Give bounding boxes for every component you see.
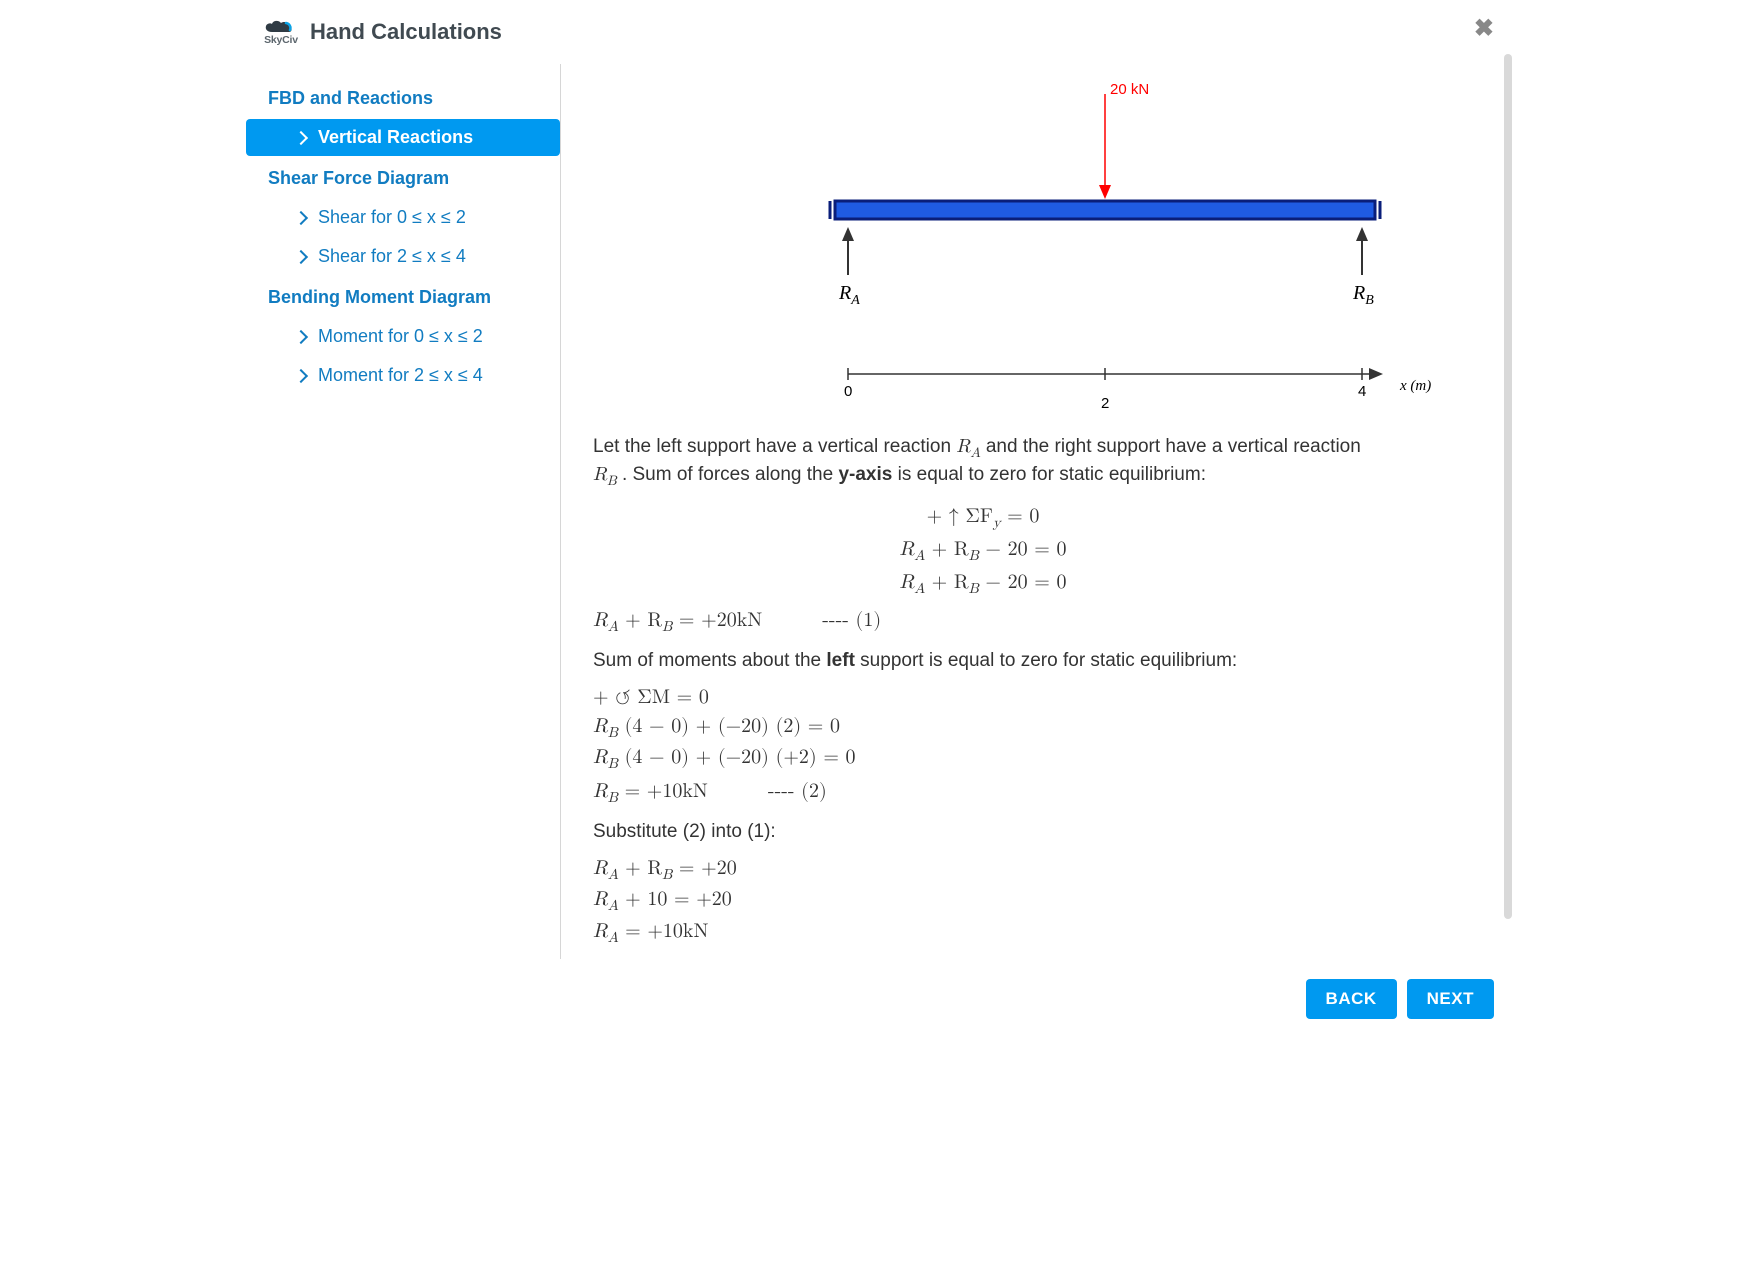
nav-item-label: Vertical Reactions xyxy=(318,127,473,148)
nav-item-label: Moment for 0 ≤ x ≤ 2 xyxy=(318,326,483,347)
equation-row: RB = +10kN ---- (2) xyxy=(593,776,1373,809)
sidebar-nav: FBD and Reactions Vertical Reactions She… xyxy=(246,64,561,959)
calculation-text: Let the left support have a vertical rea… xyxy=(593,434,1373,947)
nav-item-label: Moment for 2 ≤ x ≤ 4 xyxy=(318,365,483,386)
equation-line: RA + RB = +20 xyxy=(593,855,1373,884)
moments-paragraph: Sum of moments about the left support is… xyxy=(593,648,1373,674)
nav-item-vertical-reactions[interactable]: Vertical Reactions xyxy=(246,119,560,156)
equation-line: RA + RB − 20 = 0 xyxy=(900,569,1067,598)
axis-label: x (m) xyxy=(1399,378,1431,394)
equation-line: RB = +10kN xyxy=(593,778,708,807)
nav-item-label: Shear for 2 ≤ x ≤ 4 xyxy=(318,246,466,267)
back-button[interactable]: BACK xyxy=(1306,979,1397,1019)
equation-line: + ↑ ΣFy = 0 xyxy=(927,503,1040,532)
intro-paragraph: Let the left support have a vertical rea… xyxy=(593,434,1373,491)
main-content: 20 kN RA RB xyxy=(561,64,1516,959)
chevron-right-icon xyxy=(294,249,308,263)
equation-line: RB (4 − 0) + (−20) (+2) = 0 xyxy=(593,744,1373,773)
equation-line: RA = +10kN xyxy=(593,918,1373,947)
skyciv-logo: SkyCiv xyxy=(264,18,298,46)
nav-section-shear[interactable]: Shear Force Diagram xyxy=(246,158,560,199)
logo-text: SkyCiv xyxy=(264,34,298,46)
modal-body: FBD and Reactions Vertical Reactions She… xyxy=(246,56,1516,959)
modal-footer: BACK NEXT xyxy=(246,959,1516,1019)
equation-label: ---- (1) xyxy=(822,607,881,634)
nav-item-moment-0-2[interactable]: Moment for 0 ≤ x ≤ 2 xyxy=(246,318,560,355)
chevron-right-icon xyxy=(294,210,308,224)
hand-calculations-modal: SkyCiv Hand Calculations ✖ FBD and React… xyxy=(246,0,1516,1039)
equation-block-1: + ↑ ΣFy = 0 RA + RB − 20 = 0 RA + RB − 2… xyxy=(593,501,1373,601)
axis-tick-0: 0 xyxy=(844,383,852,400)
equation-line: RA + 10 = +20 xyxy=(593,886,1373,915)
chevron-right-icon xyxy=(294,130,308,144)
equation-line: RA + RB = +20kN xyxy=(593,607,762,636)
page-title: Hand Calculations xyxy=(310,19,502,45)
modal-header: SkyCiv Hand Calculations ✖ xyxy=(246,10,1516,56)
equation-row: RA + RB = +20kN ---- (1) xyxy=(593,605,1373,638)
fbd-diagram: 20 kN RA RB xyxy=(655,74,1435,414)
equation-line: RB (4 − 0) + (−20) (2) = 0 xyxy=(593,713,1373,742)
substitute-paragraph: Substitute (2) into (1): xyxy=(593,819,1373,845)
nav-item-moment-2-4[interactable]: Moment for 2 ≤ x ≤ 4 xyxy=(246,357,560,394)
chevron-right-icon xyxy=(294,329,308,343)
nav-item-shear-2-4[interactable]: Shear for 2 ≤ x ≤ 4 xyxy=(246,238,560,275)
equation-line: RA + RB − 20 = 0 xyxy=(900,536,1067,565)
axis-tick-2: 2 xyxy=(1101,395,1109,412)
nav-item-shear-0-2[interactable]: Shear for 0 ≤ x ≤ 2 xyxy=(246,199,560,236)
reaction-a-label: RA xyxy=(838,282,860,308)
equation-line: + ↺ ΣM = 0 xyxy=(593,684,1373,711)
axis-tick-4: 4 xyxy=(1358,383,1366,400)
chevron-right-icon xyxy=(294,368,308,382)
reaction-b-label: RB xyxy=(1352,282,1374,308)
close-button[interactable]: ✖ xyxy=(1474,14,1494,43)
load-label: 20 kN xyxy=(1110,81,1149,98)
next-button[interactable]: NEXT xyxy=(1407,979,1494,1019)
nav-section-moment[interactable]: Bending Moment Diagram xyxy=(246,277,560,318)
nav-section-fbd[interactable]: FBD and Reactions xyxy=(246,78,560,119)
equation-label: ---- (2) xyxy=(768,778,827,805)
nav-item-label: Shear for 0 ≤ x ≤ 2 xyxy=(318,207,466,228)
scrollbar[interactable] xyxy=(1504,54,1512,919)
